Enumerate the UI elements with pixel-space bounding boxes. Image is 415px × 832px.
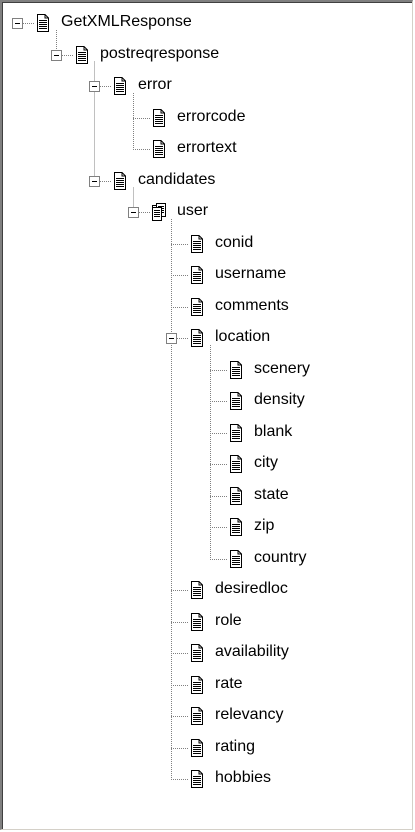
document-icon bbox=[228, 424, 242, 442]
document-icon bbox=[189, 329, 203, 347]
collapse-toggle[interactable] bbox=[128, 207, 139, 218]
tree-node-label: state bbox=[254, 486, 289, 503]
collapse-toggle[interactable] bbox=[89, 81, 100, 92]
tree-node-label: user bbox=[177, 202, 209, 219]
tree-node-label: blank bbox=[254, 423, 293, 440]
document-icon bbox=[228, 392, 242, 410]
tree-view[interactable]: GetXMLResponse postreqresponse error errorc… bbox=[2, 2, 412, 829]
collapse-toggle[interactable] bbox=[166, 333, 177, 344]
document-icon bbox=[189, 298, 203, 316]
document-icon bbox=[112, 172, 126, 190]
tree-node-label: density bbox=[254, 391, 305, 408]
document-icon bbox=[228, 487, 242, 505]
document-icon bbox=[228, 518, 242, 536]
document-icon bbox=[189, 644, 203, 662]
document-icon bbox=[189, 707, 203, 725]
tree-view-frame: GetXMLResponse postreqresponse error errorc… bbox=[0, 0, 413, 830]
tree-node-label: candidates bbox=[138, 171, 216, 188]
tree-node-label: country bbox=[254, 549, 307, 566]
document-icon bbox=[189, 676, 203, 694]
tree-node-label: hobbies bbox=[215, 769, 272, 786]
tree-node-label: conid bbox=[215, 234, 254, 251]
collapse-toggle[interactable] bbox=[12, 18, 23, 29]
document-icon bbox=[189, 581, 203, 599]
document-icon bbox=[74, 46, 88, 64]
document-icon bbox=[112, 77, 126, 95]
tree-node-label: postreqresponse bbox=[100, 45, 220, 62]
tree-node-label: zip bbox=[254, 517, 275, 534]
tree-node-label: GetXMLResponse bbox=[61, 13, 192, 30]
tree-node-label: desiredloc bbox=[215, 580, 288, 597]
tree-node-label: error bbox=[138, 76, 172, 93]
tree-node-label: availability bbox=[215, 643, 289, 660]
document-icon bbox=[151, 140, 165, 158]
tree-node-label: rate bbox=[215, 675, 243, 692]
multi-document-icon bbox=[151, 203, 166, 221]
collapse-toggle[interactable] bbox=[89, 176, 100, 187]
tree-node-label: relevancy bbox=[215, 706, 284, 723]
tree-node-label: comments bbox=[215, 297, 289, 314]
tree-node-label: location bbox=[215, 328, 271, 345]
document-icon bbox=[228, 455, 242, 473]
document-icon bbox=[189, 770, 203, 788]
tree-connector-lines bbox=[23, 23, 227, 780]
tree-node-label: scenery bbox=[254, 360, 311, 377]
tree-node-label: errortext bbox=[177, 139, 237, 156]
tree-node-label: errorcode bbox=[177, 108, 246, 125]
document-icon bbox=[151, 109, 165, 127]
document-icon bbox=[228, 550, 242, 568]
tree-node-label: city bbox=[254, 454, 278, 471]
collapse-toggle[interactable] bbox=[51, 50, 62, 61]
tree-node-label: rating bbox=[215, 738, 256, 755]
document-icon bbox=[189, 235, 203, 253]
document-icon bbox=[35, 14, 49, 32]
document-icon bbox=[189, 739, 203, 757]
document-icon bbox=[189, 613, 203, 631]
document-icon bbox=[228, 361, 242, 379]
tree-node-label: username bbox=[215, 265, 287, 282]
document-icon bbox=[189, 266, 203, 284]
tree-node-label: role bbox=[215, 612, 242, 629]
